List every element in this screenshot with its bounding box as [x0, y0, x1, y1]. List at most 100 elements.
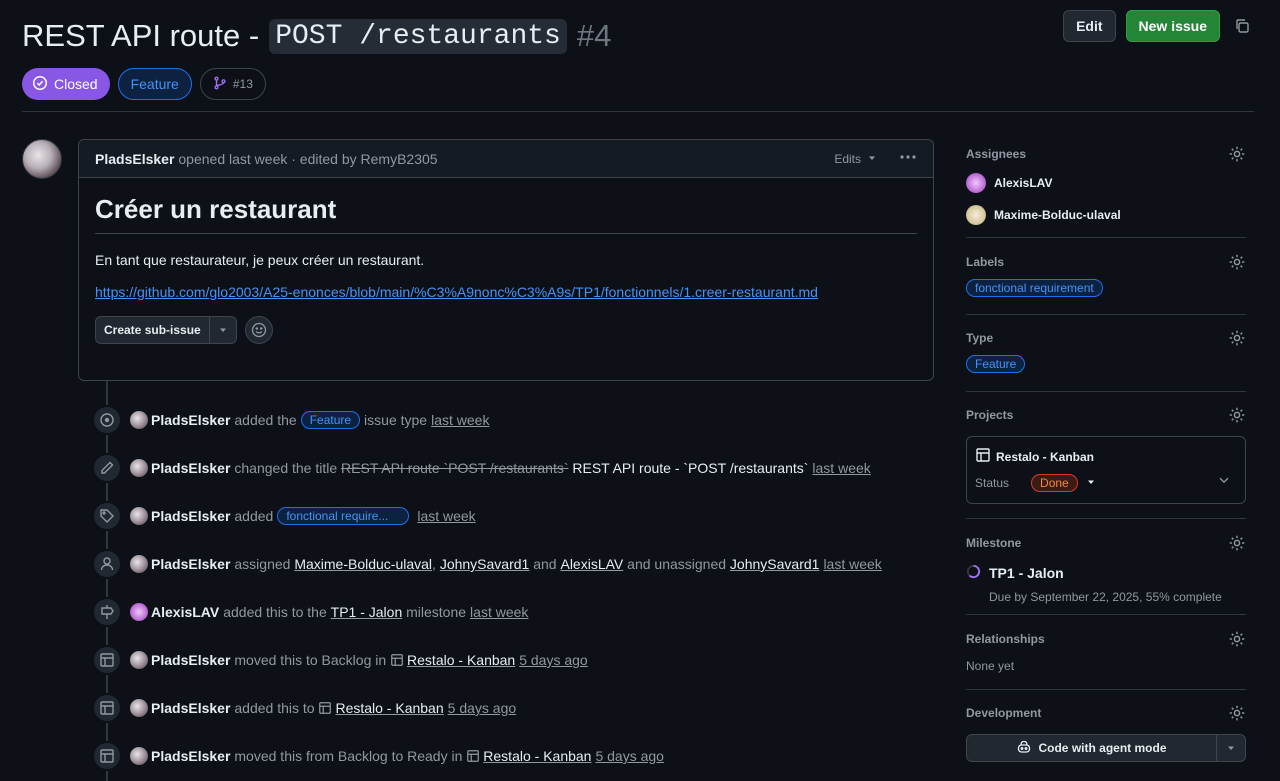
progress-ring-icon [966, 564, 981, 582]
event-text: changed the title [234, 460, 338, 476]
assignee-item[interactable]: AlexisLAV [966, 173, 1246, 193]
event-actor[interactable]: PladsElsker [151, 652, 230, 668]
gear-icon[interactable] [1228, 630, 1246, 648]
status-pill[interactable]: Done [1031, 474, 1078, 492]
gear-icon[interactable] [1228, 406, 1246, 424]
event-time[interactable]: 5 days ago [519, 652, 588, 668]
triangle-down-icon[interactable] [1217, 735, 1245, 761]
gear-icon[interactable] [1228, 534, 1246, 552]
type-pill[interactable]: Feature [966, 355, 1026, 373]
label-pill[interactable]: fonctional requirement [966, 279, 1103, 297]
linked-pr-number: #13 [232, 77, 253, 91]
avatar [966, 173, 986, 193]
event-type-pill[interactable]: Feature [300, 411, 361, 429]
triangle-down-icon[interactable] [1086, 476, 1096, 490]
user-link[interactable]: JohnySavard1 [730, 556, 820, 572]
avatar[interactable] [130, 459, 148, 477]
user-link[interactable]: Maxime-Bolduc-ulaval [294, 556, 432, 572]
issue-badges: Closed Feature #13 [22, 68, 266, 100]
event-text: moved this from Backlog to Ready in [234, 748, 463, 764]
avatar[interactable] [130, 603, 148, 621]
section-title: Type [966, 331, 994, 345]
project-link[interactable]: Restalo - Kanban [335, 700, 443, 716]
create-sub-issue-button[interactable]: Create sub-issue [95, 316, 237, 344]
chevron-down-icon[interactable] [210, 317, 236, 343]
issue-title-text: REST API route - [22, 18, 260, 53]
edits-dropdown[interactable]: Edits [834, 152, 877, 166]
body-link[interactable]: https://github.com/glo2003/A25-enonces/b… [95, 284, 818, 300]
event-text: issue type [364, 412, 428, 428]
timeline-event: PladsElsker assigned Maxime-Bolduc-ulava… [92, 548, 882, 580]
event-actor[interactable]: PladsElsker [151, 748, 230, 764]
event-time[interactable]: last week [470, 604, 528, 620]
kebab-menu-icon[interactable] [899, 148, 917, 169]
comment-body: Créer un restaurant En tant que restaura… [79, 178, 933, 360]
edit-button[interactable]: Edit [1063, 10, 1116, 42]
project-link[interactable]: Restalo - Kanban [407, 652, 515, 668]
gear-icon[interactable] [1228, 329, 1246, 347]
event-text: added the [234, 412, 297, 428]
event-time[interactable]: last week [417, 508, 475, 524]
comment-author[interactable]: PladsElsker [95, 151, 174, 167]
issue-title-code: POST /restaurants [269, 18, 567, 54]
avatar[interactable] [130, 651, 148, 669]
new-issue-button[interactable]: New issue [1125, 10, 1220, 42]
copy-link-icon[interactable] [1230, 14, 1254, 38]
event-actor[interactable]: PladsElsker [151, 508, 230, 524]
avatar[interactable] [130, 747, 148, 765]
section-title: Relationships [966, 632, 1045, 646]
edits-label: Edits [834, 151, 861, 166]
code-agent-button[interactable]: Code with agent mode [966, 734, 1246, 762]
event-time[interactable]: last week [812, 460, 870, 476]
project-status: Status Done [975, 474, 1237, 492]
author-avatar[interactable] [22, 139, 62, 179]
relationships-section: Relationships None yet [966, 630, 1246, 673]
labels-section: Labels fonctional requirement [966, 253, 1246, 297]
create-sub-issue-label[interactable]: Create sub-issue [96, 317, 210, 343]
assignee-item[interactable]: Maxime-Bolduc-ulaval [966, 205, 1246, 225]
linked-pr-badge[interactable]: #13 [199, 68, 266, 100]
chevron-down-icon[interactable] [1217, 473, 1231, 490]
event-actor[interactable]: AlexisLAV [151, 604, 219, 620]
milestone-name[interactable]: TP1 - Jalon [989, 565, 1064, 581]
divider [966, 614, 1246, 615]
table-icon [92, 741, 122, 771]
gear-icon[interactable] [1228, 704, 1246, 722]
divider [966, 237, 1246, 238]
code-agent-label: Code with agent mode [1038, 741, 1167, 755]
smiley-icon[interactable] [244, 316, 273, 344]
event-text: assigned [234, 556, 291, 572]
milestone-link[interactable]: TP1 - Jalon [331, 604, 403, 620]
event-time[interactable]: last week [823, 556, 881, 572]
gear-icon[interactable] [1228, 253, 1246, 271]
milestone-item[interactable]: TP1 - Jalon [966, 564, 1246, 582]
event-time[interactable]: last week [431, 412, 489, 428]
assignee-name[interactable]: Maxime-Bolduc-ulaval [994, 208, 1121, 222]
event-actor[interactable]: PladsElsker [151, 556, 230, 572]
event-label-pill[interactable]: fonctional require... [277, 507, 410, 525]
code-agent-main[interactable]: Code with agent mode [967, 735, 1217, 761]
user-link[interactable]: AlexisLAV [560, 556, 623, 572]
avatar[interactable] [130, 507, 148, 525]
type-badge[interactable]: Feature [117, 68, 192, 100]
event-actor[interactable]: PladsElsker [151, 700, 230, 716]
project-name[interactable]: Restalo - Kanban [975, 447, 1237, 466]
avatar[interactable] [130, 699, 148, 717]
copilot-icon [1016, 739, 1032, 758]
gear-icon[interactable] [1228, 145, 1246, 163]
divider [966, 314, 1246, 315]
event-actor[interactable]: PladsElsker [151, 412, 230, 428]
issue-number: #4 [576, 18, 612, 53]
event-actor[interactable]: PladsElsker [151, 460, 230, 476]
event-time[interactable]: 5 days ago [448, 700, 517, 716]
event-time[interactable]: 5 days ago [595, 748, 664, 764]
assignee-name[interactable]: AlexisLAV [994, 176, 1052, 190]
person-icon [92, 549, 122, 579]
event-text: milestone [406, 604, 467, 620]
section-title: Assignees [966, 147, 1027, 161]
user-link[interactable]: JohnySavard1 [440, 556, 530, 572]
avatar[interactable] [130, 411, 148, 429]
avatar[interactable] [130, 555, 148, 573]
timeline-event: PladsElsker added fonctional require... … [92, 500, 476, 532]
project-link[interactable]: Restalo - Kanban [483, 748, 591, 764]
